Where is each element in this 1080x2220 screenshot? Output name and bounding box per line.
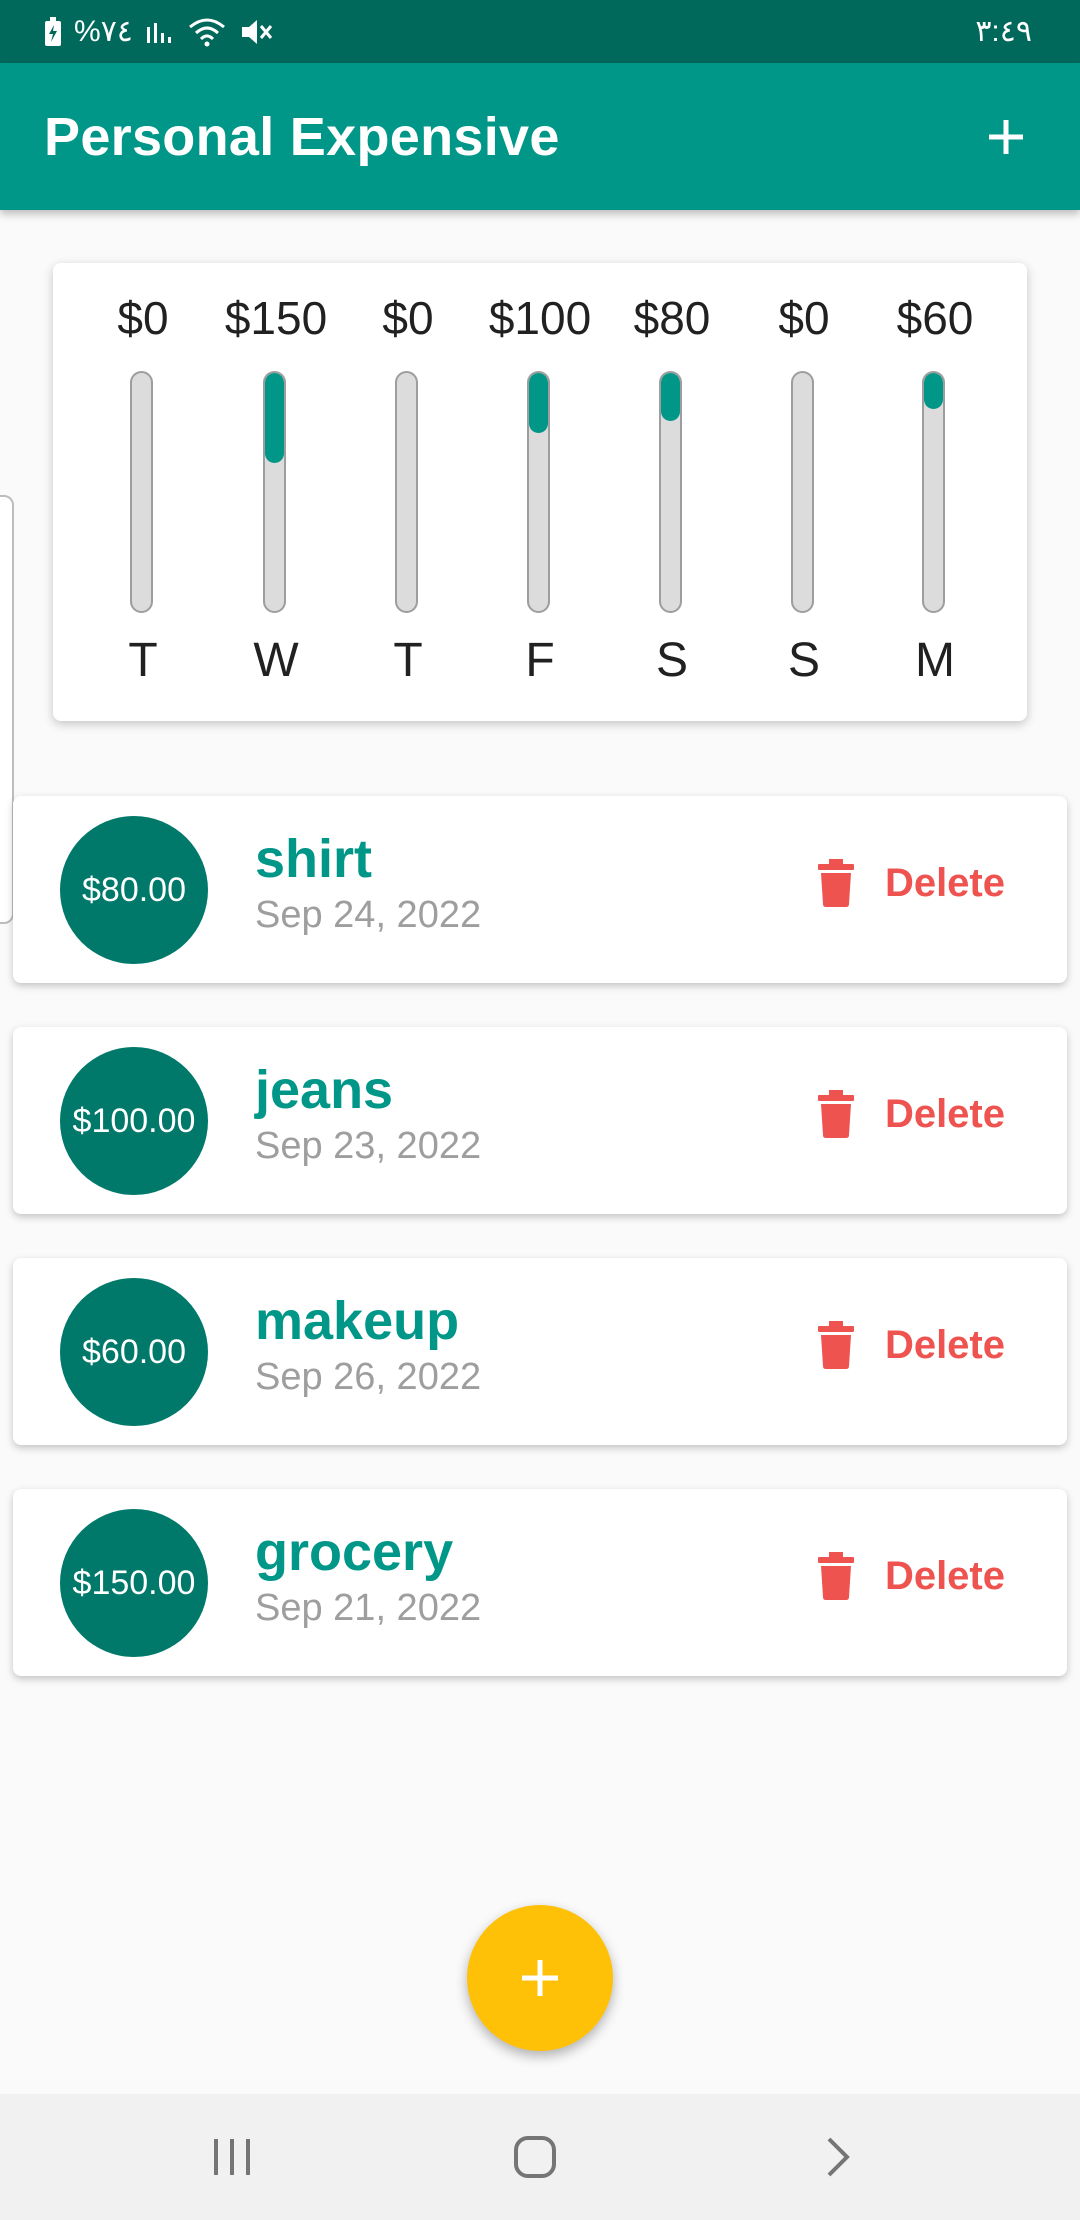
delete-label: Delete — [884, 1091, 1005, 1136]
transaction-date: Sep 21, 2022 — [255, 1587, 482, 1629]
chart-bar-track — [791, 371, 814, 613]
trash-icon — [817, 859, 854, 907]
transaction-date: Sep 24, 2022 — [255, 894, 482, 936]
status-time: ٣:٤٩ — [975, 15, 1032, 48]
transaction-card: $100.00 jeans Sep 23, 2022 Delete — [13, 1027, 1067, 1214]
chart-bar-column: $0 T — [83, 263, 203, 721]
chart-day-label: S — [655, 634, 688, 687]
chart-bar-track — [922, 371, 945, 613]
trash-icon — [817, 1321, 854, 1369]
plus-icon — [989, 119, 1023, 154]
transaction-title: shirt — [255, 829, 373, 889]
chart-bar-amount: $0 — [117, 292, 169, 344]
delete-button[interactable]: Delete — [817, 1090, 1005, 1138]
transaction-card: $150.00 grocery Sep 21, 2022 Delete — [13, 1489, 1067, 1676]
chart-bar-fill — [661, 373, 680, 421]
delete-label: Delete — [884, 1553, 1005, 1598]
delete-button[interactable]: Delete — [817, 859, 1005, 907]
chart-day-label: T — [393, 634, 423, 687]
chart-bar-fill — [529, 373, 548, 433]
chart-bar-column: $0 T — [348, 263, 468, 721]
battery-percent: %٧٤ — [74, 15, 133, 48]
transaction-amount-avatar: $60.00 — [60, 1278, 208, 1426]
app-title: Personal Expensive — [44, 106, 560, 167]
transaction-date: Sep 26, 2022 — [255, 1356, 482, 1398]
chart-day-label: S — [787, 634, 820, 687]
transaction-title: grocery — [255, 1522, 454, 1582]
recent-apps-icon — [214, 2139, 250, 2175]
delete-button[interactable]: Delete — [817, 1321, 1005, 1369]
mute-icon — [241, 19, 273, 44]
back-icon — [827, 2137, 850, 2177]
chart-day-label: W — [253, 634, 299, 687]
app-bar: Personal Expensive — [0, 63, 1080, 210]
status-bar: %٧٤ ٣:٤٩ — [0, 0, 1080, 63]
wifi-icon — [188, 18, 225, 46]
transaction-amount-avatar: $150.00 — [60, 1509, 208, 1657]
chart-day-label: F — [525, 634, 555, 687]
chart-bar-column: $60 M — [875, 263, 995, 721]
chart-bar-amount: $150 — [224, 292, 328, 344]
chart-bar-amount: $100 — [488, 292, 592, 344]
chart-bar-amount: $0 — [382, 292, 434, 344]
battery-charging-icon — [45, 16, 61, 46]
chart-bar-column: $0 S — [744, 263, 864, 721]
chart-bar-column: $150 W — [216, 263, 336, 721]
side-edge-panel — [0, 495, 14, 924]
signal-icon — [146, 22, 171, 43]
chart-bar-fill — [265, 373, 284, 464]
plus-icon — [522, 1960, 558, 1996]
chart-bar-column: $80 S — [612, 263, 732, 721]
transaction-card: $60.00 makeup Sep 26, 2022 Delete — [13, 1258, 1067, 1445]
back-button[interactable] — [778, 2094, 898, 2220]
chart-bar-column: $100 F — [480, 263, 600, 721]
add-transaction-button[interactable] — [976, 107, 1036, 167]
fab-add-button[interactable] — [467, 1905, 613, 2051]
transaction-card: $80.00 shirt Sep 24, 2022 Delete — [13, 796, 1067, 983]
chart-bar-amount: $60 — [896, 292, 974, 344]
chart-bar-track — [263, 371, 286, 613]
navigation-bar — [0, 2094, 1080, 2220]
home-icon — [514, 2136, 556, 2178]
recent-apps-button[interactable] — [172, 2094, 292, 2220]
chart-bar-fill — [924, 373, 943, 409]
transaction-date: Sep 23, 2022 — [255, 1125, 482, 1167]
trash-icon — [817, 1090, 854, 1138]
chart-bar-track — [130, 371, 153, 613]
weekly-chart-card: $0 T $150 W $0 T $100 F $80 S $0 S $60 M — [53, 263, 1027, 721]
chart-day-label: M — [915, 634, 955, 687]
transaction-amount-avatar: $80.00 — [60, 816, 208, 964]
chart-bar-track — [527, 371, 550, 613]
transaction-amount-avatar: $100.00 — [60, 1047, 208, 1195]
trash-icon — [817, 1552, 854, 1600]
chart-bar-track — [659, 371, 682, 613]
delete-button[interactable]: Delete — [817, 1552, 1005, 1600]
chart-day-label: T — [128, 634, 158, 687]
status-icons: %٧٤ — [44, 14, 273, 49]
transaction-title: jeans — [255, 1060, 394, 1120]
transaction-title: makeup — [255, 1291, 460, 1351]
chart-bar-track — [395, 371, 418, 613]
home-button[interactable] — [475, 2094, 595, 2220]
delete-label: Delete — [884, 1322, 1005, 1367]
chart-bar-amount: $80 — [633, 292, 711, 344]
delete-label: Delete — [884, 860, 1005, 905]
chart-bar-amount: $0 — [778, 292, 830, 344]
